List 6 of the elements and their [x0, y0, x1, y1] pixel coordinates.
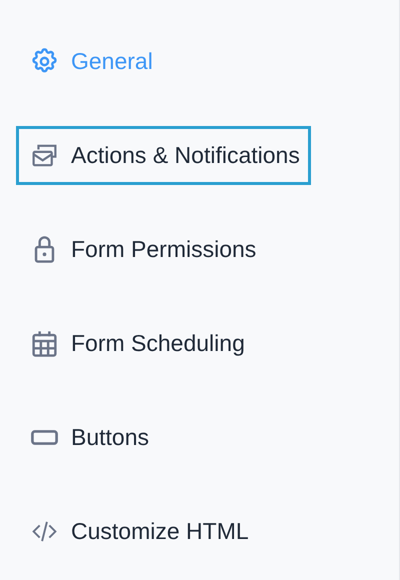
calendar-icon	[30, 329, 59, 358]
sidebar-item[interactable]: Actions & Notifications	[16, 126, 311, 185]
sidebar-item[interactable]: Form Permissions	[16, 220, 268, 279]
sidebar-item[interactable]: Customize HTML	[16, 502, 260, 561]
sidebar-item[interactable]: Form Scheduling	[16, 314, 256, 373]
sidebar-item[interactable]: Buttons	[16, 408, 160, 467]
